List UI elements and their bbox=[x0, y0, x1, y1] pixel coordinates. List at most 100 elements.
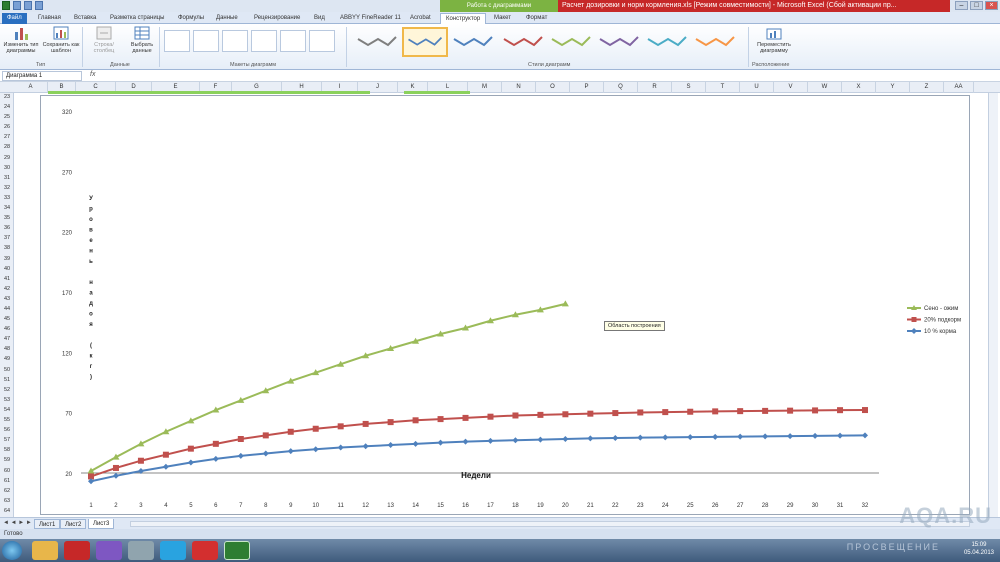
column-header-q[interactable]: Q bbox=[604, 82, 638, 93]
row-header-46[interactable]: 46 bbox=[0, 326, 14, 332]
row-header-43[interactable]: 43 bbox=[0, 296, 14, 302]
tab-layout[interactable]: Макет bbox=[494, 13, 511, 24]
column-header-s[interactable]: S bbox=[672, 82, 706, 93]
column-header-m[interactable]: M bbox=[468, 82, 502, 93]
column-header-z[interactable]: Z bbox=[910, 82, 944, 93]
tab-design[interactable]: Конструктор bbox=[440, 13, 487, 24]
column-header-t[interactable]: T bbox=[706, 82, 740, 93]
row-header-61[interactable]: 61 bbox=[0, 478, 14, 484]
excel-taskbar-icon[interactable] bbox=[224, 541, 250, 560]
row-header-62[interactable]: 62 bbox=[0, 488, 14, 494]
tab-review[interactable]: Рецензирование bbox=[254, 13, 300, 24]
select-data-button[interactable]: Выбрать данные bbox=[128, 26, 156, 54]
row-header-47[interactable]: 47 bbox=[0, 336, 14, 342]
skype-icon[interactable] bbox=[160, 541, 186, 560]
antivirus-icon[interactable] bbox=[192, 541, 218, 560]
maximize-button[interactable]: □ bbox=[970, 1, 983, 10]
row-header-41[interactable]: 41 bbox=[0, 276, 14, 282]
tab-view[interactable]: Вид bbox=[314, 13, 325, 24]
chart-area[interactable]: 20 70 120 170 220 270 320 Недели 1 2 3 4 5 6 7 8 9 10 11 12… bbox=[40, 95, 970, 515]
sheet-nav-arrows[interactable]: ◄ ◄ ► ► bbox=[3, 520, 32, 526]
chart-layout-1[interactable] bbox=[164, 30, 190, 52]
row-header-45[interactable]: 45 bbox=[0, 316, 14, 322]
horizontal-scrollbar[interactable] bbox=[130, 521, 970, 527]
column-header-r[interactable]: R bbox=[638, 82, 672, 93]
tab-formulas[interactable]: Формулы bbox=[178, 13, 204, 24]
row-header-63[interactable]: 63 bbox=[0, 498, 14, 504]
row-header-55[interactable]: 55 bbox=[0, 417, 14, 423]
row-header-35[interactable]: 35 bbox=[0, 215, 14, 221]
chart-layout-5[interactable] bbox=[280, 30, 306, 52]
sheet-tab-1[interactable]: Лист1 bbox=[34, 519, 61, 529]
column-header-x[interactable]: X bbox=[842, 82, 876, 93]
chart-layout-6[interactable] bbox=[309, 30, 335, 52]
tab-page-layout[interactable]: Разметка страницы bbox=[110, 13, 164, 24]
chart-style-2[interactable] bbox=[402, 27, 448, 57]
line-chart[interactable]: 2070120170220270320Недели1 2 3 4 5 6 7 8 9 10 11 12… bbox=[41, 96, 971, 516]
save-template-button[interactable]: Сохранить как шаблон bbox=[42, 26, 80, 54]
column-header-o[interactable]: O bbox=[536, 82, 570, 93]
name-box[interactable]: Диаграмма 1 bbox=[2, 71, 82, 81]
row-header-39[interactable]: 39 bbox=[0, 256, 14, 262]
sheet-tab-2[interactable]: Лист2 bbox=[60, 519, 87, 529]
save-icon[interactable] bbox=[13, 1, 21, 10]
row-header-30[interactable]: 30 bbox=[0, 165, 14, 171]
undo-icon[interactable] bbox=[24, 1, 32, 10]
tab-acrobat[interactable]: Acrobat bbox=[410, 13, 431, 24]
row-header-24[interactable]: 24 bbox=[0, 104, 14, 110]
row-header-58[interactable]: 58 bbox=[0, 447, 14, 453]
chart-style-6[interactable] bbox=[596, 27, 642, 57]
tab-home[interactable]: Главная bbox=[38, 13, 61, 24]
row-header-52[interactable]: 52 bbox=[0, 387, 14, 393]
row-header-44[interactable]: 44 bbox=[0, 306, 14, 312]
chart-style-4[interactable] bbox=[500, 27, 546, 57]
column-header-aa[interactable]: AA bbox=[944, 82, 974, 93]
tab-file[interactable]: Файл bbox=[2, 13, 27, 24]
row-header-36[interactable]: 36 bbox=[0, 225, 14, 231]
column-header-u[interactable]: U bbox=[740, 82, 774, 93]
chart-layout-4[interactable] bbox=[251, 30, 277, 52]
fx-icon[interactable]: fx bbox=[90, 71, 95, 78]
column-header-y[interactable]: Y bbox=[876, 82, 910, 93]
row-header-40[interactable]: 40 bbox=[0, 266, 14, 272]
chart-layout-2[interactable] bbox=[193, 30, 219, 52]
tab-abbyy[interactable]: ABBYY FineReader 11 bbox=[340, 13, 401, 24]
row-header-26[interactable]: 26 bbox=[0, 124, 14, 130]
tab-data[interactable]: Данные bbox=[216, 13, 238, 24]
row-header-57[interactable]: 57 bbox=[0, 437, 14, 443]
row-header-56[interactable]: 56 bbox=[0, 427, 14, 433]
chart-layout-3[interactable] bbox=[222, 30, 248, 52]
column-header-p[interactable]: P bbox=[570, 82, 604, 93]
vertical-scrollbar[interactable] bbox=[988, 93, 998, 517]
tab-insert[interactable]: Вставка bbox=[74, 13, 96, 24]
row-header-42[interactable]: 42 bbox=[0, 286, 14, 292]
column-header-w[interactable]: W bbox=[808, 82, 842, 93]
move-chart-button[interactable]: Переместить диаграмму bbox=[754, 26, 794, 54]
chart-style-8[interactable] bbox=[692, 27, 738, 57]
row-header-34[interactable]: 34 bbox=[0, 205, 14, 211]
visual-studio-icon[interactable] bbox=[96, 541, 122, 560]
row-header-33[interactable]: 33 bbox=[0, 195, 14, 201]
row-header-59[interactable]: 59 bbox=[0, 457, 14, 463]
switch-row-column-button[interactable]: Строка/столбец bbox=[84, 26, 124, 54]
row-header-51[interactable]: 51 bbox=[0, 377, 14, 383]
chart-style-3[interactable] bbox=[450, 27, 496, 57]
row-header-49[interactable]: 49 bbox=[0, 356, 14, 362]
row-header-60[interactable]: 60 bbox=[0, 468, 14, 474]
row-header-29[interactable]: 29 bbox=[0, 155, 14, 161]
close-button[interactable]: × bbox=[985, 1, 998, 10]
row-header-31[interactable]: 31 bbox=[0, 175, 14, 181]
calculator-icon[interactable] bbox=[128, 541, 154, 560]
chart-style-1[interactable] bbox=[354, 27, 400, 57]
chart-style-7[interactable] bbox=[644, 27, 690, 57]
change-chart-type-button[interactable]: Изменить тип диаграммы bbox=[2, 26, 40, 54]
row-header-64[interactable]: 64 bbox=[0, 508, 14, 514]
row-header-38[interactable]: 38 bbox=[0, 245, 14, 251]
row-header-50[interactable]: 50 bbox=[0, 367, 14, 373]
redo-icon[interactable] bbox=[35, 1, 43, 10]
start-button[interactable] bbox=[2, 541, 22, 560]
row-header-48[interactable]: 48 bbox=[0, 346, 14, 352]
row-header-32[interactable]: 32 bbox=[0, 185, 14, 191]
column-header-v[interactable]: V bbox=[774, 82, 808, 93]
chart-style-5[interactable] bbox=[548, 27, 594, 57]
